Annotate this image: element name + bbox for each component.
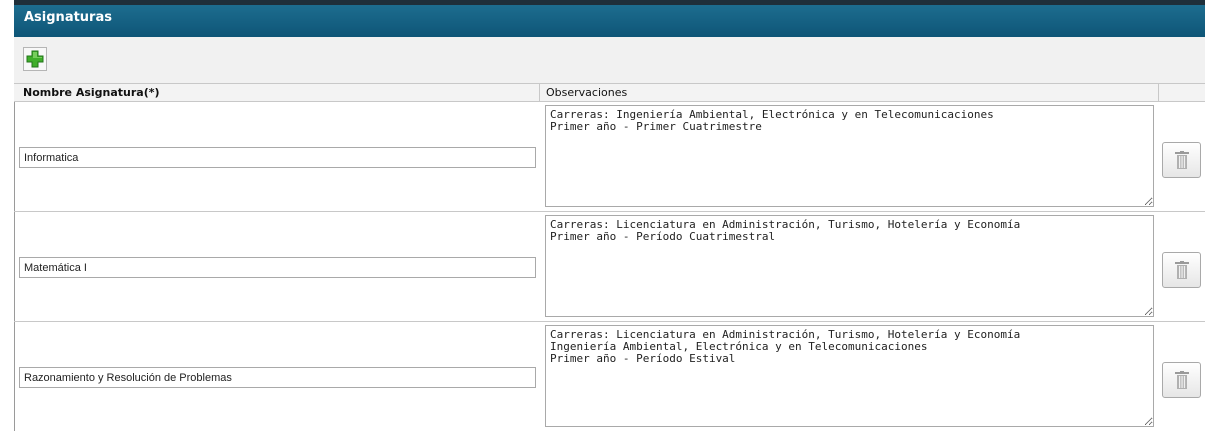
table-left-border xyxy=(14,102,15,431)
column-header-actions xyxy=(1159,83,1205,102)
trash-icon xyxy=(1175,261,1189,279)
panel-header: Asignaturas xyxy=(14,5,1205,37)
panel-title: Asignaturas xyxy=(24,10,112,25)
asignaturas-panel: Asignaturas Nombre Asignatura(*) Observa… xyxy=(14,0,1205,431)
subject-name-input[interactable] xyxy=(19,367,536,388)
toolbar xyxy=(14,37,1205,83)
subject-name-input[interactable] xyxy=(19,147,536,168)
observations-textarea[interactable]: Carreras: Ingeniería Ambiental, Electrón… xyxy=(545,105,1154,207)
observations-textarea[interactable]: Carreras: Licenciatura en Administración… xyxy=(545,325,1154,427)
trash-icon xyxy=(1175,151,1189,169)
column-header-observaciones: Observaciones xyxy=(540,83,1159,102)
row-divider xyxy=(14,211,1205,212)
row-divider xyxy=(14,321,1205,322)
delete-row-button[interactable] xyxy=(1162,362,1201,398)
add-row-button[interactable] xyxy=(23,47,47,71)
observations-textarea[interactable]: Carreras: Licenciatura en Administración… xyxy=(545,215,1154,317)
trash-icon xyxy=(1175,371,1189,389)
plus-icon xyxy=(26,50,44,68)
column-header-nombre: Nombre Asignatura(*) xyxy=(14,83,540,102)
delete-row-button[interactable] xyxy=(1162,252,1201,288)
delete-row-button[interactable] xyxy=(1162,142,1201,178)
subject-name-input[interactable] xyxy=(19,257,536,278)
